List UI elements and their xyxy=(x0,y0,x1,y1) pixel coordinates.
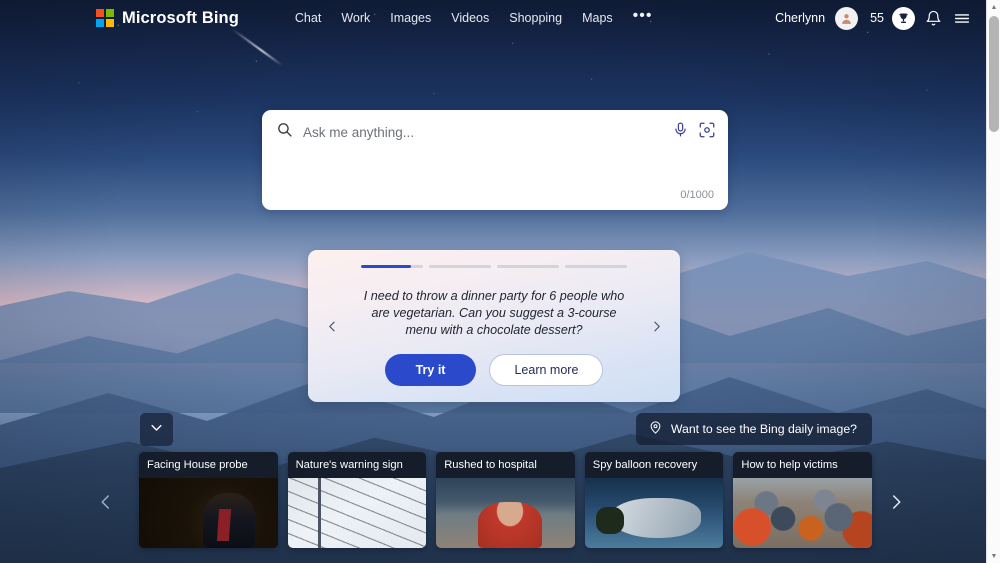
scroll-up-arrow-icon[interactable]: ▲ xyxy=(987,0,1000,14)
rewards-trophy-icon[interactable] xyxy=(892,6,915,30)
news-card-thumbnail xyxy=(584,478,724,548)
progress-segment-2[interactable] xyxy=(429,265,491,268)
carousel-next-button[interactable] xyxy=(644,314,668,338)
avatar[interactable] xyxy=(835,6,859,30)
news-card-title: How to help victims xyxy=(733,452,872,478)
nav-work[interactable]: Work xyxy=(341,11,370,25)
microphone-icon[interactable] xyxy=(672,121,689,143)
try-it-button[interactable]: Try it xyxy=(384,354,477,386)
brand-logo[interactable]: Microsoft Bing xyxy=(96,9,239,28)
news-card-thumbnail xyxy=(139,478,278,548)
news-next-button[interactable] xyxy=(876,482,916,522)
carousel-progress xyxy=(361,265,627,268)
header-right-cluster: Cherlynn 55 xyxy=(775,6,972,30)
learn-more-button[interactable]: Learn more xyxy=(489,354,604,386)
page-scrollbar[interactable]: ▲ ▼ xyxy=(986,0,1000,563)
news-card[interactable]: Rushed to hospital xyxy=(436,452,575,548)
carousel-prev-button[interactable] xyxy=(320,314,344,338)
search-box[interactable]: 0/1000 xyxy=(262,110,728,210)
nav-images[interactable]: Images xyxy=(390,11,431,25)
news-card[interactable]: Facing House probe xyxy=(139,452,278,548)
news-card[interactable]: Nature's warning sign xyxy=(287,452,427,548)
news-card-thumbnail xyxy=(733,478,872,548)
news-card-title: Facing House probe xyxy=(139,452,278,478)
logo-square-blue xyxy=(96,18,105,27)
expand-feed-button[interactable] xyxy=(140,413,173,446)
progress-segment-3[interactable] xyxy=(497,265,559,268)
prompt-suggestion-text: I need to throw a dinner party for 6 peo… xyxy=(363,289,625,337)
logo-square-green xyxy=(105,9,114,18)
search-actions xyxy=(672,121,716,144)
nav-more-icon[interactable]: ••• xyxy=(633,8,653,24)
char-counter: 0/1000 xyxy=(680,189,714,201)
logo-square-red xyxy=(96,9,105,18)
chevron-down-icon xyxy=(149,420,164,440)
news-card[interactable]: How to help victims xyxy=(733,452,872,548)
logo-square-yellow xyxy=(105,18,114,27)
news-card-title: Spy balloon recovery xyxy=(584,452,724,478)
notification-bell-icon[interactable] xyxy=(925,10,942,27)
user-name: Cherlynn xyxy=(775,11,826,25)
nav-shopping[interactable]: Shopping xyxy=(509,11,562,25)
news-card[interactable]: Spy balloon recovery xyxy=(584,452,724,548)
scrollbar-thumb[interactable] xyxy=(989,16,999,132)
news-card-thumbnail xyxy=(436,478,575,548)
location-pin-icon xyxy=(648,420,663,438)
news-card-title: Nature's warning sign xyxy=(287,452,427,478)
visual-search-icon[interactable] xyxy=(698,121,716,144)
brand-name: Microsoft Bing xyxy=(122,8,239,27)
search-input[interactable] xyxy=(303,124,662,140)
progress-segment-4[interactable] xyxy=(565,265,627,268)
reward-points: 55 xyxy=(870,11,884,25)
hamburger-menu-icon[interactable] xyxy=(952,10,972,27)
news-card-strip: Facing House probe Nature's warning sign… xyxy=(139,452,872,548)
nav-maps[interactable]: Maps xyxy=(582,11,613,25)
news-card-thumbnail xyxy=(287,478,427,548)
microsoft-logo-icon xyxy=(96,9,114,27)
prompt-card-actions: Try it Learn more xyxy=(308,354,680,386)
search-row xyxy=(262,110,728,154)
daily-image-label: Want to see the Bing daily image? xyxy=(670,422,857,436)
top-header: Microsoft Bing Chat Work Images Videos S… xyxy=(0,0,986,36)
nav-chat[interactable]: Chat xyxy=(295,11,321,25)
scroll-down-arrow-icon[interactable]: ▼ xyxy=(987,549,1000,563)
search-icon xyxy=(276,121,293,143)
nav-videos[interactable]: Videos xyxy=(451,11,489,25)
main-nav: Chat Work Images Videos Shopping Maps ••… xyxy=(295,8,653,26)
progress-segment-1[interactable] xyxy=(361,265,423,268)
prompt-carousel-card: I need to throw a dinner party for 6 peo… xyxy=(308,250,680,402)
news-card-title: Rushed to hospital xyxy=(436,452,575,478)
news-prev-button[interactable] xyxy=(86,482,126,522)
daily-image-pill[interactable]: Want to see the Bing daily image? xyxy=(635,413,872,445)
